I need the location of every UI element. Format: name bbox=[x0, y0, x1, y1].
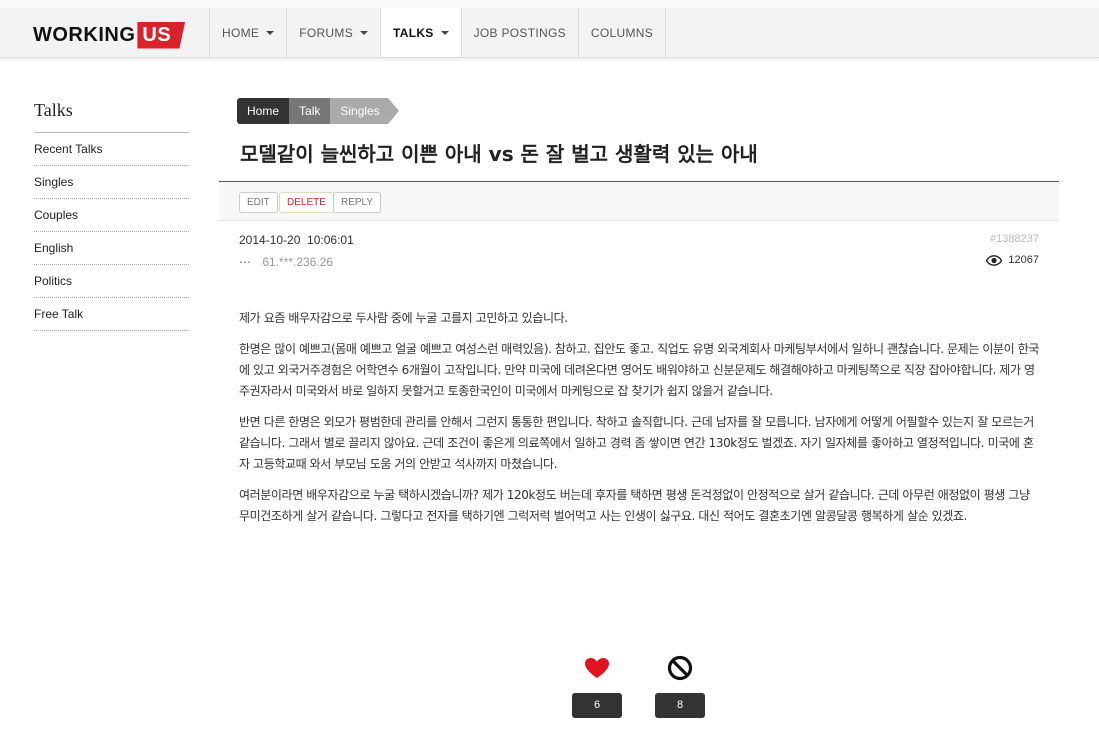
nav-job-postings[interactable]: JOB POSTINGS bbox=[462, 8, 579, 57]
post-body: 제가 요즘 배우자감으로 두사람 중에 누굴 고를지 고민하고 있습니다. 한명… bbox=[239, 308, 1039, 537]
nav-home-label: HOME bbox=[222, 25, 260, 40]
breadcrumb-arrow bbox=[387, 98, 399, 124]
eye-icon bbox=[986, 254, 1003, 266]
breadcrumb-talk[interactable]: Talk bbox=[289, 98, 331, 124]
more-icon[interactable]: ⋯ bbox=[239, 255, 251, 269]
post-date: 2014-10-20 10:06:01 bbox=[239, 233, 354, 247]
post-author-ip: ⋯ 61.***.236.26 bbox=[239, 255, 333, 269]
chevron-down-icon bbox=[266, 30, 275, 35]
sidebar-item-couples[interactable]: Couples bbox=[34, 199, 189, 232]
nav-forums[interactable]: FORUMS bbox=[287, 8, 381, 57]
nav-home[interactable]: HOME bbox=[210, 8, 288, 57]
post-title: 모델같이 늘씬하고 이쁜 아내 vs 돈 잘 벌고 생활력 있는 아내 bbox=[240, 142, 758, 166]
post-action-bar: EDIT DELETE REPLY bbox=[219, 181, 1059, 221]
logo-text-us: US bbox=[137, 21, 186, 49]
nav-talks[interactable]: TALKS bbox=[381, 8, 462, 57]
reply-button[interactable]: REPLY bbox=[333, 192, 382, 213]
post-paragraph: 여러분이라면 배우자감으로 누굴 택하시겠습니까? 제가 120k정도 버는데 … bbox=[239, 488, 1030, 523]
nav-job-postings-label: JOB POSTINGS bbox=[473, 25, 566, 40]
heart-icon bbox=[585, 658, 609, 678]
sidebar-title: Talks bbox=[34, 100, 189, 133]
sidebar-item-singles[interactable]: Singles bbox=[34, 166, 189, 199]
main-nav: HOME FORUMS TALKS JOB POSTINGS COLUMNS bbox=[209, 8, 667, 57]
nav-columns-label: COLUMNS bbox=[590, 25, 654, 40]
view-count-value: 12067 bbox=[1008, 254, 1039, 266]
nav-forums-label: FORUMS bbox=[299, 25, 353, 40]
dislike-count: 8 bbox=[655, 693, 705, 718]
chevron-down-icon bbox=[440, 30, 449, 35]
sidebar-item-english[interactable]: English bbox=[34, 232, 189, 265]
post-paragraph: 한명은 많이 예쁘고(몸매 예쁘고 얼굴 예쁘고 여성스런 매력있음). 참하고… bbox=[239, 342, 1039, 398]
post-id[interactable]: #1388237 bbox=[990, 233, 1039, 245]
logo-text-working: WORKING bbox=[33, 23, 136, 46]
view-count: 12067 bbox=[986, 254, 1039, 266]
chevron-down-icon bbox=[360, 30, 368, 35]
post-paragraph: 제가 요즘 배우자감으로 두사람 중에 누굴 고를지 고민하고 있습니다. bbox=[239, 311, 568, 325]
sidebar-item-free-talk[interactable]: Free Talk bbox=[34, 298, 189, 331]
sidebar-item-recent-talks[interactable]: Recent Talks bbox=[34, 133, 189, 166]
post-paragraph: 반면 다른 한명은 외모가 평범한데 관리를 안해서 그런지 통통한 편입니다.… bbox=[239, 415, 1034, 471]
nav-talks-label: TALKS bbox=[393, 25, 434, 40]
breadcrumb-singles[interactable]: Singles bbox=[330, 98, 388, 124]
site-logo[interactable]: WORKING US bbox=[33, 20, 186, 50]
sidebar-item-politics[interactable]: Politics bbox=[34, 265, 189, 298]
dislike-button[interactable]: 8 bbox=[655, 654, 705, 718]
like-count: 6 bbox=[572, 693, 622, 718]
ban-icon bbox=[667, 655, 693, 681]
breadcrumb: Home Talk Singles bbox=[237, 98, 399, 124]
breadcrumb-home[interactable]: Home bbox=[237, 98, 290, 124]
edit-button[interactable]: EDIT bbox=[239, 192, 278, 213]
author-ip-text: 61.***.236.26 bbox=[262, 255, 334, 269]
nav-columns[interactable]: COLUMNS bbox=[579, 8, 667, 57]
top-header: WORKING US HOME FORUMS TALKS JOB POSTING… bbox=[0, 0, 1099, 58]
sidebar: Talks Recent Talks Singles Couples Engli… bbox=[34, 100, 189, 331]
like-button[interactable]: 6 bbox=[572, 654, 622, 718]
delete-button[interactable]: DELETE bbox=[279, 192, 334, 213]
